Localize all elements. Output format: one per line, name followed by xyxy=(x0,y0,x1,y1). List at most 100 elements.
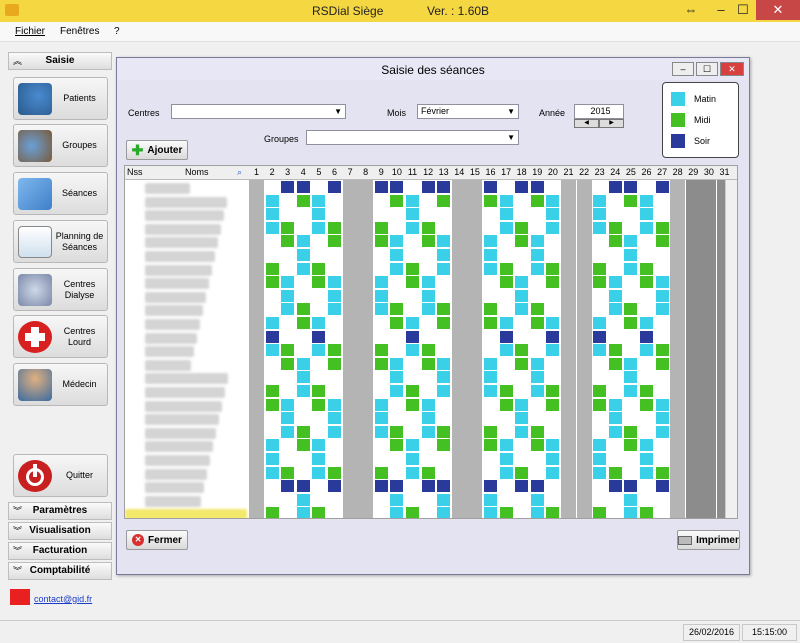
patient-row-name[interactable] xyxy=(145,196,227,208)
seance-icon[interactable] xyxy=(421,344,435,357)
day-column[interactable] xyxy=(389,180,405,518)
seance-icon[interactable] xyxy=(640,507,653,518)
seance-icon[interactable] xyxy=(374,303,388,316)
patient-row-name[interactable] xyxy=(145,210,224,222)
seance-icon[interactable] xyxy=(530,317,544,329)
seance-icon[interactable] xyxy=(624,181,638,193)
seance-icon[interactable] xyxy=(530,194,544,207)
seance-icon[interactable] xyxy=(437,181,451,193)
seance-icon[interactable] xyxy=(484,303,497,316)
seance-icon[interactable] xyxy=(484,507,497,518)
seance-icon[interactable] xyxy=(546,208,560,221)
dialog-maximize-button[interactable]: ☐ xyxy=(696,62,718,76)
seance-icon[interactable] xyxy=(546,330,560,343)
seance-icon[interactable] xyxy=(546,439,560,452)
seance-icon[interactable] xyxy=(296,249,310,261)
seance-icon[interactable] xyxy=(515,425,529,438)
seance-icon[interactable] xyxy=(296,357,310,370)
seance-icon[interactable] xyxy=(484,385,497,397)
seance-icon[interactable] xyxy=(593,208,607,221)
seance-icon[interactable] xyxy=(406,453,419,465)
seance-icon[interactable] xyxy=(421,466,435,479)
seance-icon[interactable] xyxy=(593,507,607,518)
seance-icon[interactable] xyxy=(530,249,544,261)
seance-icon[interactable] xyxy=(546,317,560,329)
seance-icon[interactable] xyxy=(624,235,638,248)
seance-icon[interactable] xyxy=(390,385,404,397)
day-column[interactable] xyxy=(514,180,530,518)
seance-icon[interactable] xyxy=(530,480,544,493)
patient-row-name[interactable] xyxy=(145,400,222,412)
seance-icon[interactable] xyxy=(437,493,451,506)
seance-icon[interactable] xyxy=(640,344,653,357)
seance-icon[interactable] xyxy=(281,480,295,493)
patient-row-name[interactable] xyxy=(145,441,213,453)
seance-icon[interactable] xyxy=(406,194,419,207)
seance-icon[interactable] xyxy=(593,221,607,234)
fermer-button[interactable]: ✕ Fermer xyxy=(126,530,188,550)
seance-icon[interactable] xyxy=(484,425,497,438)
seance-icon[interactable] xyxy=(515,357,529,370)
seance-icon[interactable] xyxy=(624,493,638,506)
seance-icon[interactable] xyxy=(484,235,497,248)
seance-icon[interactable] xyxy=(437,194,451,207)
seance-icon[interactable] xyxy=(296,425,310,438)
seance-icon[interactable] xyxy=(265,385,279,397)
seance-icon[interactable] xyxy=(281,344,295,357)
seance-icon[interactable] xyxy=(655,221,669,234)
seance-icon[interactable] xyxy=(421,412,435,425)
seance-icon[interactable] xyxy=(265,439,279,452)
day-column[interactable] xyxy=(529,180,545,518)
seance-icon[interactable] xyxy=(484,371,497,384)
patient-row-name[interactable] xyxy=(145,468,207,480)
seance-icon[interactable] xyxy=(499,276,513,289)
seance-icon[interactable] xyxy=(484,317,497,329)
year-prev-button[interactable]: ◀ xyxy=(574,119,599,128)
seance-icon[interactable] xyxy=(406,439,419,452)
nss-header[interactable]: Nss xyxy=(127,167,143,177)
patient-row-name[interactable] xyxy=(145,414,219,426)
seance-icon[interactable] xyxy=(640,317,653,329)
seance-icon[interactable] xyxy=(406,385,419,397)
seance-icon[interactable] xyxy=(374,425,388,438)
day-column[interactable] xyxy=(280,180,296,518)
day-column[interactable] xyxy=(639,180,654,518)
seance-icon[interactable] xyxy=(374,357,388,370)
seance-icon[interactable] xyxy=(624,194,638,207)
seance-icon[interactable] xyxy=(421,357,435,370)
seance-icon[interactable] xyxy=(640,221,653,234)
patient-row-name[interactable] xyxy=(145,387,225,398)
seance-icon[interactable] xyxy=(608,412,622,425)
seance-icon[interactable] xyxy=(515,235,529,248)
seance-icon[interactable] xyxy=(546,344,560,357)
seance-icon[interactable] xyxy=(624,385,638,397)
seance-icon[interactable] xyxy=(281,425,295,438)
vertical-scrollbar[interactable] xyxy=(725,180,737,518)
seance-icon[interactable] xyxy=(655,344,669,357)
seance-icon[interactable] xyxy=(608,344,622,357)
seance-icon[interactable] xyxy=(515,303,529,316)
day-column[interactable] xyxy=(311,180,327,518)
seance-icon[interactable] xyxy=(328,276,341,289)
seance-icon[interactable] xyxy=(328,303,341,316)
seance-icon[interactable] xyxy=(530,507,544,518)
seance-icon[interactable] xyxy=(608,235,622,248)
seance-icon[interactable] xyxy=(437,425,451,438)
seance-icon[interactable] xyxy=(530,235,544,248)
patient-row-name[interactable] xyxy=(145,223,221,235)
seance-icon[interactable] xyxy=(312,507,326,518)
seance-icon[interactable] xyxy=(640,439,653,452)
seances-grid[interactable]: Nss Noms ⌕ 1 2 3 4 5 6 7 8 9 10 11 12 13 14 15 16 17 18 19… xyxy=(124,165,738,519)
seance-icon[interactable] xyxy=(390,194,404,207)
dialog-close-button[interactable]: ✕ xyxy=(720,62,744,76)
patient-row-name[interactable] xyxy=(145,455,210,466)
seance-icon[interactable] xyxy=(546,466,560,479)
seance-icon[interactable] xyxy=(484,249,497,261)
day-column[interactable] xyxy=(654,180,670,518)
seance-icon[interactable] xyxy=(374,221,388,234)
seance-icon[interactable] xyxy=(390,439,404,452)
seance-icon[interactable] xyxy=(265,208,279,221)
seance-icon[interactable] xyxy=(593,317,607,329)
seance-icon[interactable] xyxy=(312,466,326,479)
seance-icon[interactable] xyxy=(296,507,310,518)
